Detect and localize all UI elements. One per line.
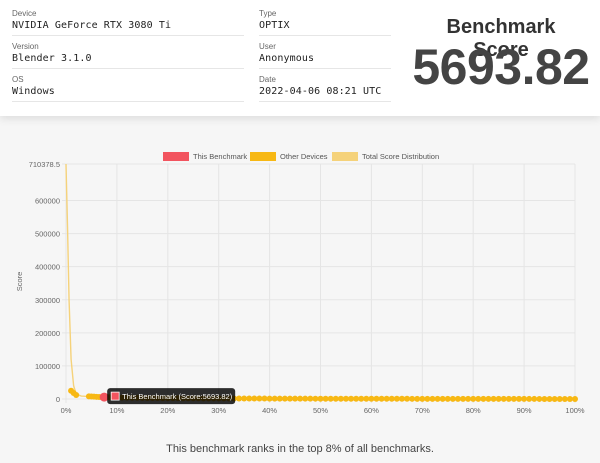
- x-tick-label: 60%: [364, 406, 379, 415]
- x-tick-label: 100%: [565, 406, 585, 415]
- tooltip-text: This Benchmark (Score:5693.82): [122, 392, 233, 401]
- benchmark-score-value: 5693.82: [412, 39, 590, 95]
- divider: [12, 35, 244, 36]
- user-label: User: [259, 42, 276, 51]
- version-label: Version: [12, 42, 39, 51]
- other-device-point: [73, 392, 80, 399]
- x-tick-label: 70%: [415, 406, 430, 415]
- chart-plot: 0% 10% 20% 30% 40% 50% 60% 70% 80% 90% 100% 0 100000…: [15, 160, 585, 415]
- user-value: Anonymous: [259, 53, 315, 64]
- version-field: Version Blender 3.1.0: [12, 41, 244, 69]
- other-device-point: [572, 395, 578, 402]
- date-field: Date 2022-04-06 08:21 UTC: [259, 74, 391, 102]
- date-label: Date: [259, 75, 276, 84]
- x-tick-label: 0%: [61, 406, 72, 415]
- type-field: Type OPTIX: [259, 8, 391, 36]
- device-value: NVIDIA GeForce RTX 3080 Ti: [12, 20, 172, 31]
- x-tick-label: 50%: [313, 406, 328, 415]
- x-tick-label: 30%: [211, 406, 226, 415]
- divider: [259, 101, 391, 102]
- chart-tooltip: This Benchmark (Score:5693.82): [107, 388, 236, 405]
- os-field: OS Windows: [12, 74, 244, 102]
- y-tick-label: 400000: [35, 263, 60, 272]
- device-field: Device NVIDIA GeForce RTX 3080 Ti: [12, 8, 244, 36]
- chart-axes: 0% 10% 20% 30% 40% 50% 60% 70% 80% 90% 100% 0 100000…: [15, 160, 585, 415]
- y-tick-label: 710378.5: [29, 160, 60, 169]
- device-label: Device: [12, 9, 37, 18]
- y-tick-label: 200000: [35, 329, 60, 338]
- type-label: Type: [259, 9, 277, 18]
- user-field: User Anonymous: [259, 41, 391, 69]
- x-tick-label: 80%: [466, 406, 481, 415]
- os-value: Windows: [12, 86, 55, 97]
- divider: [259, 35, 391, 36]
- date-value: 2022-04-06 08:21 UTC: [259, 86, 382, 97]
- x-tick-label: 40%: [262, 406, 277, 415]
- y-tick-label: 300000: [35, 296, 60, 305]
- divider: [12, 101, 244, 102]
- rank-summary-text: This benchmark ranks in the top 8% of al…: [166, 443, 434, 455]
- divider: [259, 68, 391, 69]
- rank-chart: This Benchmark Other Devices Total Score…: [0, 140, 600, 420]
- type-value: OPTIX: [259, 20, 290, 31]
- y-tick-label: 100000: [35, 362, 60, 371]
- benchmark-info-card: Device NVIDIA GeForce RTX 3080 Ti Versio…: [0, 0, 600, 116]
- y-axis-title: Score: [15, 272, 24, 292]
- x-tick-label: 20%: [160, 406, 175, 415]
- chart-grid: [62, 163, 576, 403]
- os-label: OS: [12, 75, 24, 84]
- y-tick-label: 600000: [35, 197, 60, 206]
- divider: [12, 68, 244, 69]
- tooltip-swatch: [110, 391, 120, 401]
- y-tick-label: 500000: [35, 230, 60, 239]
- version-value: Blender 3.1.0: [12, 53, 92, 64]
- x-tick-label: 10%: [109, 406, 124, 415]
- x-tick-label: 90%: [517, 406, 532, 415]
- y-tick-label: 0: [56, 395, 60, 404]
